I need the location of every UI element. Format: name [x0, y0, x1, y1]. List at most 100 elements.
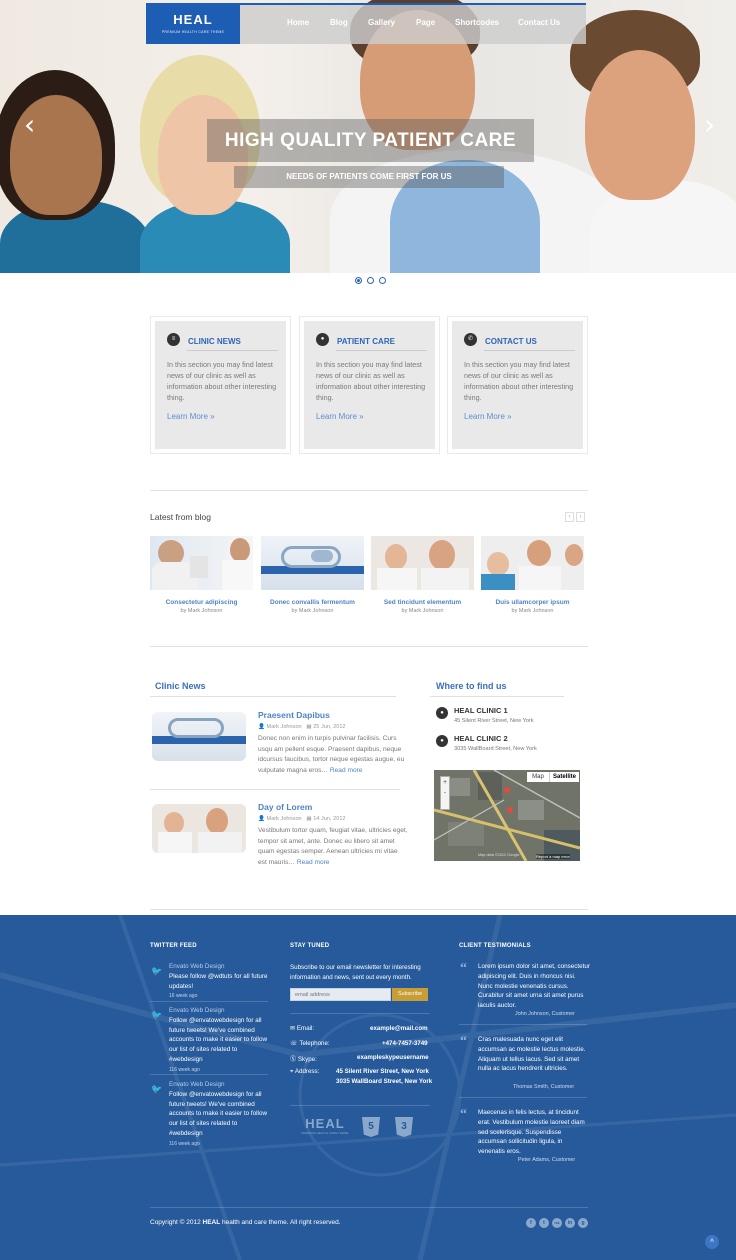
news-thumbnail[interactable]	[152, 804, 246, 853]
news-title[interactable]: Day of Lorem	[258, 802, 312, 812]
copyright: Copyright © 2012 HEAL health and care th…	[150, 1219, 341, 1226]
subscribe-button[interactable]: Subscribe	[392, 988, 428, 1001]
blog-thumbnail[interactable]	[371, 536, 474, 590]
twitter-bird-icon: 🐦	[151, 1084, 163, 1094]
location-address: 45 Silent River Street, New York	[454, 718, 534, 724]
nav-page[interactable]: Page	[416, 18, 435, 27]
divider	[150, 909, 588, 910]
address-line-2: 3035 WallBoard Street, New York	[336, 1078, 433, 1085]
blog-post-card[interactable]: Duis ullamcorper ipsum by Mark Johnson	[481, 536, 584, 614]
quote-icon: “	[460, 1107, 467, 1122]
hero-slider: HEAL PREMIUM HEALTH CARE THEME Home Blog…	[0, 0, 736, 273]
nav-home[interactable]: Home	[287, 18, 309, 27]
twitter-bird-icon: 🐦	[151, 966, 163, 976]
slide-dot-2[interactable]	[367, 277, 374, 284]
feature-text: In this section you may find latest news…	[316, 360, 426, 402]
slide-dot-1[interactable]	[355, 277, 362, 284]
phone-value: +474-7457-3749	[382, 1040, 428, 1047]
map-data-notice: Map data ©2012 Google	[478, 853, 520, 857]
news-date: 14 Jun, 2012	[313, 816, 346, 822]
copyright-brand: HEAL	[202, 1219, 221, 1226]
news-thumbnail[interactable]	[152, 712, 246, 761]
map-report-link[interactable]: Report a map error	[536, 854, 570, 859]
blog-post-card[interactable]: Consectetur adipiscing by Mark Johnson	[150, 536, 253, 614]
css3-icon: 3	[395, 1117, 413, 1137]
email-value[interactable]: example@mail.com	[370, 1025, 428, 1032]
news-excerpt: Vestibulum tortor quam, feugiat vitae, u…	[258, 826, 408, 868]
blog-post-title[interactable]: Sed tincidunt elementum	[371, 599, 474, 606]
tweet-author[interactable]: Envato Web Design	[169, 962, 271, 972]
divider	[150, 490, 588, 491]
carousel-prev-icon[interactable]: ‹	[565, 512, 574, 522]
rss-icon[interactable]: rss	[552, 1218, 562, 1228]
facebook-icon[interactable]: f	[526, 1218, 536, 1228]
blog-post-author: by Mark Johnson	[401, 608, 444, 614]
testimonials-heading: CLIENT TESTIMONIALS	[459, 943, 531, 949]
divider	[459, 1097, 587, 1098]
map-zoom-control[interactable]: + ‑	[440, 776, 450, 810]
google-icon[interactable]: g	[578, 1218, 588, 1228]
news-meta: 👤 Mark Johnson ▦ 14 Jun, 2012	[258, 816, 346, 822]
newsletter-text: Subscribe to our email newsletter for in…	[290, 964, 421, 981]
google-map[interactable]: + ‑ Map Satellite Map data ©2012 Google R…	[434, 770, 580, 861]
map-tab-satellite[interactable]: Satellite	[549, 772, 579, 782]
nav-blog[interactable]: Blog	[330, 18, 348, 27]
carousel-next-icon[interactable]: ›	[576, 512, 585, 522]
learn-more-link[interactable]: Learn More »	[464, 412, 512, 421]
footer-logo: HEAL PREMIUM HEALTH CARE THEME	[300, 1116, 350, 1135]
map-tab-map[interactable]: Map	[527, 772, 549, 782]
user-icon: 👤	[258, 724, 267, 730]
map-satellite-image	[434, 770, 580, 861]
blog-post-title[interactable]: Consectetur adipiscing	[150, 599, 253, 606]
learn-more-link[interactable]: Learn More »	[167, 412, 215, 421]
blog-post-author: by Mark Johnson	[291, 608, 334, 614]
tweet: Envato Web Design Please follow @wdtuts …	[169, 962, 271, 1002]
main-nav: Home Blog Gallery Page Shortcodes Contac…	[240, 3, 586, 44]
read-more-link[interactable]: Read more	[330, 767, 363, 774]
nav-gallery[interactable]: Gallery	[368, 18, 395, 27]
feature-title: CONTACT US	[485, 337, 537, 346]
phone-icon: ✆	[464, 333, 477, 346]
testimonial-author: Peter Adams, Customer	[518, 1157, 576, 1163]
divider	[459, 1024, 587, 1025]
phone-row: ☏ Telephone:	[290, 1040, 330, 1047]
nav-shortcodes[interactable]: Shortcodes	[455, 18, 499, 27]
blog-thumbnail[interactable]	[150, 536, 253, 590]
divider	[150, 1207, 588, 1208]
blog-thumbnail[interactable]	[481, 536, 584, 590]
blog-post-card[interactable]: Donec convallis fermentum by Mark Johnso…	[261, 536, 364, 614]
email-input[interactable]	[290, 988, 391, 1001]
feature-text: In this section you may find latest news…	[167, 360, 277, 402]
section-underline	[430, 696, 564, 697]
skype-label: Skype:	[297, 1056, 317, 1063]
twitter-icon[interactable]: t	[539, 1218, 549, 1228]
blog-post-title[interactable]: Donec convallis fermentum	[261, 599, 364, 606]
divider	[150, 646, 588, 647]
tweet-time: 116 week ago	[169, 1140, 200, 1147]
map-pin-icon: ●	[436, 707, 448, 719]
testimonial-text: Lorem ipsum dolor sit amet, consectetur …	[478, 963, 590, 1010]
blog-post-card[interactable]: Sed tincidunt elementum by Mark Johnson	[371, 536, 474, 614]
back-to-top-button[interactable]: ˄	[705, 1235, 719, 1249]
divider	[290, 1013, 430, 1014]
logo-tagline: PREMIUM HEALTH CARE THEME	[161, 30, 225, 34]
chevron-left-icon[interactable]: ‹	[24, 108, 35, 141]
learn-more-link[interactable]: Learn More »	[316, 412, 364, 421]
tweet: Envato Web Design Follow @envatowebdesig…	[169, 1080, 271, 1150]
site-logo[interactable]: HEAL PREMIUM HEALTH CARE THEME	[146, 3, 240, 44]
chevron-right-icon[interactable]: ›	[704, 108, 715, 141]
clinic-news-heading: Clinic News	[155, 681, 206, 691]
tweet-author[interactable]: Envato Web Design	[169, 1080, 271, 1090]
blog-thumbnail[interactable]	[261, 536, 364, 590]
testimonial-text: Maecenas in felis lectus, at tincidunt e…	[478, 1109, 585, 1156]
blog-post-title[interactable]: Duis ullamcorper ipsum	[481, 599, 584, 606]
linkedin-icon[interactable]: in	[565, 1218, 575, 1228]
read-more-link[interactable]: Read more	[297, 859, 330, 866]
slide-dot-3[interactable]	[379, 277, 386, 284]
news-excerpt: Donec non enim in turpis pulvinar facili…	[258, 734, 408, 776]
tweet-text: Follow @envatowebdesign for all future t…	[169, 1016, 267, 1063]
nav-contact-us[interactable]: Contact Us	[518, 18, 560, 27]
tweet-author[interactable]: Envato Web Design	[169, 1006, 271, 1016]
news-title[interactable]: Praesent Dapibus	[258, 710, 330, 720]
divider	[150, 1001, 268, 1002]
